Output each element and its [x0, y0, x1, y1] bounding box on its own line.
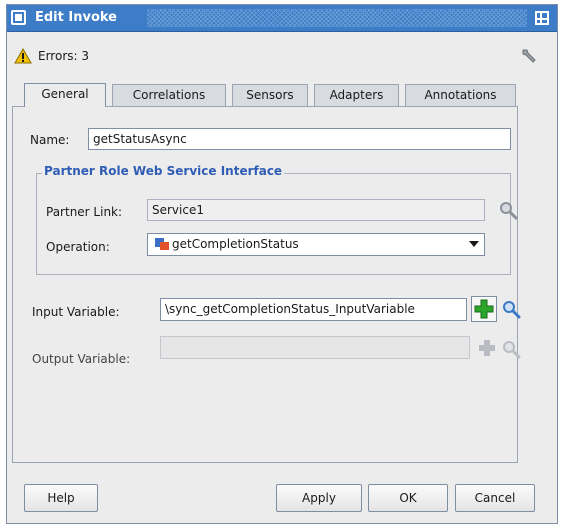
help-button[interactable]: Help: [24, 484, 98, 512]
operation-select[interactable]: getCompletionStatus: [147, 233, 485, 256]
partner-link-search-icon[interactable]: [497, 199, 519, 221]
apply-button[interactable]: Apply: [276, 484, 362, 512]
input-variable-field[interactable]: \sync_getCompletionStatus_InputVariable: [160, 298, 467, 321]
cancel-button[interactable]: Cancel: [455, 484, 535, 512]
operation-label: Operation:: [46, 240, 110, 254]
window-title: Edit Invoke: [35, 10, 117, 25]
tab-adapters[interactable]: Adapters: [314, 84, 399, 106]
input-variable-label: Input Variable:: [32, 305, 120, 319]
tab-label: Sensors: [246, 88, 294, 102]
add-icon[interactable]: [471, 296, 497, 322]
partner-link-field: Service1: [147, 199, 485, 221]
output-variable-label: Output Variable:: [32, 352, 131, 366]
tab-correlations[interactable]: Correlations: [112, 84, 226, 106]
title-bar-grip: [147, 9, 527, 27]
tab-general[interactable]: General: [24, 83, 106, 107]
tab-label: Annotations: [424, 88, 497, 102]
name-field[interactable]: getStatusAsync: [88, 128, 511, 150]
add-icon: [477, 338, 497, 358]
title-bar[interactable]: Edit Invoke: [7, 5, 557, 32]
ok-button[interactable]: OK: [368, 484, 448, 512]
general-tab-panel: [12, 106, 518, 463]
partner-role-group-title: Partner Role Web Service Interface: [42, 164, 285, 178]
tab-annotations[interactable]: Annotations: [405, 84, 516, 106]
partner-link-label: Partner Link:: [46, 205, 123, 219]
tab-sensors[interactable]: Sensors: [232, 84, 308, 106]
partner-role-group: [36, 173, 511, 275]
search-icon[interactable]: [500, 298, 522, 320]
search-icon: [500, 338, 522, 360]
window-menu-icon[interactable]: [11, 10, 26, 25]
operation-icon: [154, 237, 170, 251]
tab-label: Correlations: [132, 88, 206, 102]
output-variable-field: [160, 336, 470, 359]
tab-label: General: [41, 87, 89, 101]
warning-icon: [14, 48, 32, 64]
errors-label: Errors: 3: [38, 49, 89, 63]
name-label: Name:: [30, 133, 70, 147]
maximize-icon[interactable]: [535, 11, 549, 25]
errors-indicator[interactable]: Errors: 3: [14, 48, 89, 64]
chevron-down-icon[interactable]: [469, 241, 479, 247]
tab-label: Adapters: [329, 88, 384, 102]
wrench-icon[interactable]: [520, 47, 538, 65]
